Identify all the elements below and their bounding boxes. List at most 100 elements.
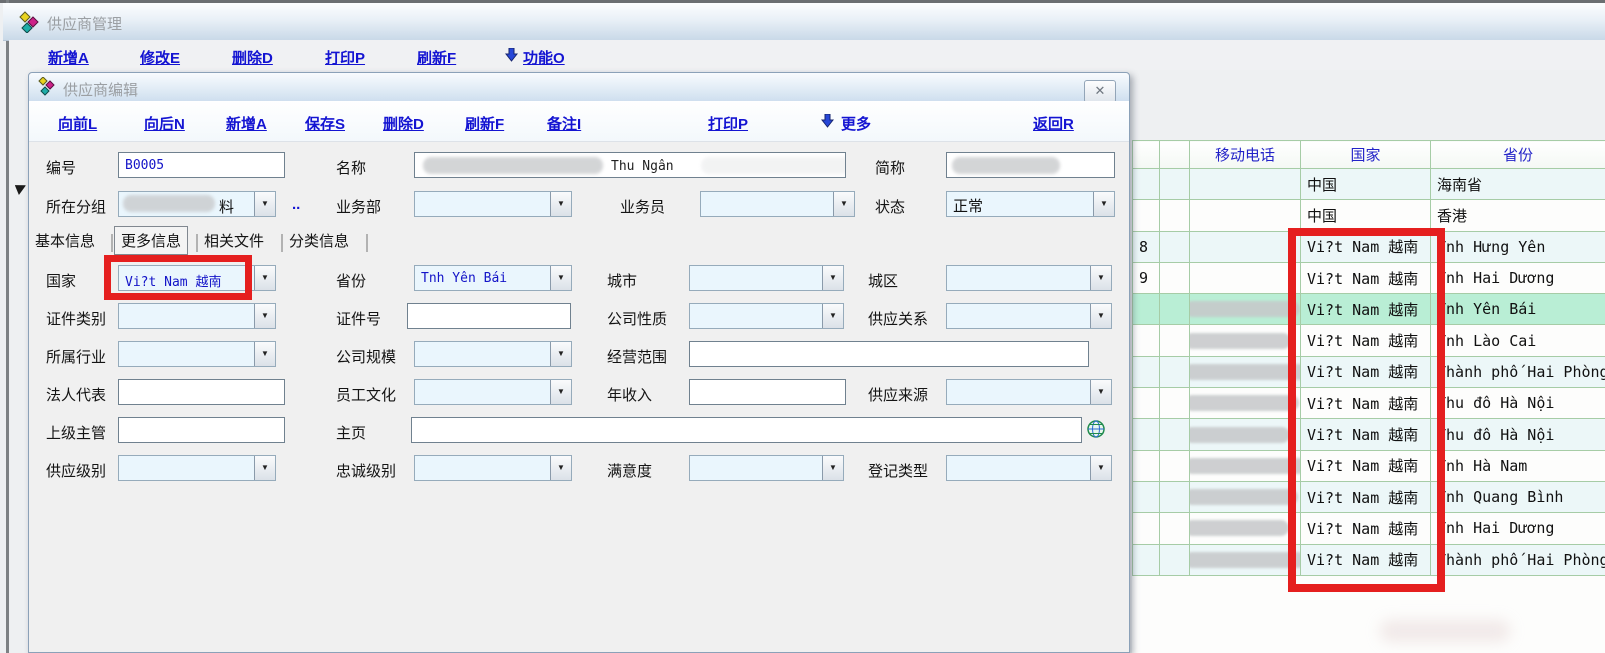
header-mobile-phone[interactable]: 移动电话 — [1190, 141, 1301, 169]
toolbar-refresh[interactable]: 刷新F — [465, 113, 504, 134]
mobile-phone-cell — [1190, 200, 1301, 231]
province-cell: Thu đô Hà Nội — [1431, 419, 1605, 450]
phone-cut-cell — [1133, 544, 1160, 575]
phone-cut-cell: 9 — [1133, 262, 1160, 293]
censor-blob — [1190, 520, 1290, 536]
censor-blob — [1190, 552, 1301, 568]
empty-cell — [1160, 200, 1190, 231]
globe-icon[interactable] — [1086, 419, 1106, 439]
censor-blob — [1190, 458, 1301, 474]
app-logo-diamonds-icon — [18, 11, 40, 33]
toolbar-notes[interactable]: 备注I — [547, 113, 581, 134]
censor-blob — [1190, 489, 1299, 505]
empty-cell — [1160, 325, 1190, 356]
mobile-phone-cell — [1190, 169, 1301, 200]
main-window-titlebar: 供应商管理 — [3, 3, 1605, 41]
table-row[interactable]: 中国海南省 — [1133, 169, 1605, 200]
mobile-phone-cell — [1190, 450, 1301, 481]
tab-related-files[interactable]: 相关文件 — [204, 230, 264, 251]
annotation-box-country-column — [1288, 228, 1445, 592]
censor-blob — [1190, 395, 1300, 411]
phone-cut-cell — [1133, 513, 1160, 544]
province-cell: 香港 — [1431, 200, 1605, 231]
cursor-artifact — [13, 183, 26, 196]
toolbar-next[interactable]: 向后N — [144, 113, 185, 134]
header-empty-column[interactable] — [1160, 141, 1190, 169]
empty-cell — [1160, 262, 1190, 293]
toolbar-more[interactable]: 更多 — [841, 113, 871, 134]
phone-cut-cell — [1133, 356, 1160, 387]
province-cell: Thành phố Hai Phòng — [1431, 544, 1605, 575]
toolbar-delete[interactable]: 删除D — [383, 113, 424, 134]
phone-cut-cell — [1133, 325, 1160, 356]
censor-blob — [1190, 427, 1291, 443]
toolbar-return[interactable]: 返回R — [1033, 113, 1074, 134]
supplier-edit-dialog: 供应商编辑 ✕ 向前L 向后N 新增A 保存S 删除D 刷新F 备注I 打印P … — [28, 72, 1130, 653]
toolbar-add[interactable]: 新增A — [226, 113, 267, 134]
empty-cell — [1160, 356, 1190, 387]
tab-basic-info[interactable]: 基本信息 — [35, 230, 95, 251]
tab-category-info[interactable]: 分类信息 — [289, 230, 349, 251]
empty-cell — [1160, 231, 1190, 262]
empty-cell — [1160, 388, 1190, 419]
phone-cut-cell — [1133, 481, 1160, 512]
empty-cell — [1160, 169, 1190, 200]
main-window-title: 供应商管理 — [47, 13, 122, 34]
phone-cut-cell — [1133, 388, 1160, 419]
menu-item-print[interactable]: 打印P — [325, 47, 365, 68]
censor-blob — [1190, 333, 1292, 349]
province-cell: Tnh Hai Dương — [1431, 262, 1605, 293]
phone-cut-cell — [1133, 419, 1160, 450]
mobile-phone-cell — [1190, 262, 1301, 293]
province-cell: 海南省 — [1431, 169, 1605, 200]
phone-cut-cell — [1133, 294, 1160, 325]
mobile-phone-cell — [1190, 294, 1301, 325]
mobile-phone-cell — [1190, 325, 1301, 356]
table-row[interactable]: 中国香港 — [1133, 200, 1605, 231]
province-cell: Tnh Hà Nam — [1431, 450, 1605, 481]
province-cell: Tnh Quang Bình — [1431, 481, 1605, 512]
table-header-row: 移动电话 国家 省份 — [1133, 141, 1605, 169]
group-browse-button[interactable]: .. — [292, 196, 300, 213]
censor-blob — [1190, 364, 1301, 380]
censor-smudge — [1380, 620, 1510, 642]
tab-more-info[interactable]: 更多信息 — [114, 226, 188, 255]
mobile-phone-cell — [1190, 231, 1301, 262]
dialog-titlebar: 供应商编辑 ✕ — [29, 73, 1129, 102]
phone-cut-cell — [1133, 200, 1160, 231]
empty-cell — [1160, 481, 1190, 512]
header-country[interactable]: 国家 — [1301, 141, 1431, 169]
country-cell: 中国 — [1301, 169, 1431, 200]
mobile-phone-cell — [1190, 513, 1301, 544]
empty-cell — [1160, 513, 1190, 544]
empty-cell — [1160, 419, 1190, 450]
toolbar-save[interactable]: 保存S — [305, 113, 345, 134]
dialog-title: 供应商编辑 — [63, 79, 138, 100]
menu-item-edit[interactable]: 修改E — [140, 47, 180, 68]
header-province[interactable]: 省份 — [1431, 141, 1605, 169]
phone-cut-cell: 8 — [1133, 231, 1160, 262]
province-cell: Tnh Lào Cai — [1431, 325, 1605, 356]
mobile-phone-cell — [1190, 544, 1301, 575]
toolbar-print[interactable]: 打印P — [708, 113, 748, 134]
header-cut-column[interactable] — [1133, 141, 1160, 169]
empty-cell — [1160, 544, 1190, 575]
menu-item-refresh[interactable]: 刷新F — [417, 47, 456, 68]
province-cell: Tnh Hưng Yên — [1431, 231, 1605, 262]
mobile-phone-cell — [1190, 388, 1301, 419]
menu-item-functions[interactable]: 功能O — [523, 47, 565, 68]
censor-blob — [1190, 301, 1301, 317]
empty-cell — [1160, 294, 1190, 325]
down-arrow-icon — [505, 48, 518, 62]
menu-item-delete[interactable]: 删除D — [232, 47, 273, 68]
mobile-phone-cell — [1190, 356, 1301, 387]
dialog-logo-diamonds-icon — [37, 77, 57, 97]
mobile-phone-cell — [1190, 419, 1301, 450]
toolbar-prev[interactable]: 向前L — [58, 113, 97, 134]
menu-item-add[interactable]: 新增A — [48, 47, 89, 68]
close-icon[interactable]: ✕ — [1084, 80, 1116, 103]
mobile-phone-cell — [1190, 481, 1301, 512]
country-cell: 中国 — [1301, 200, 1431, 231]
dialog-toolbar: 向前L 向后N 新增A 保存S 删除D 刷新F 备注I 打印P 更多 返回R — [29, 101, 1129, 142]
province-cell: Thành phố Hai Phòng — [1431, 356, 1605, 387]
